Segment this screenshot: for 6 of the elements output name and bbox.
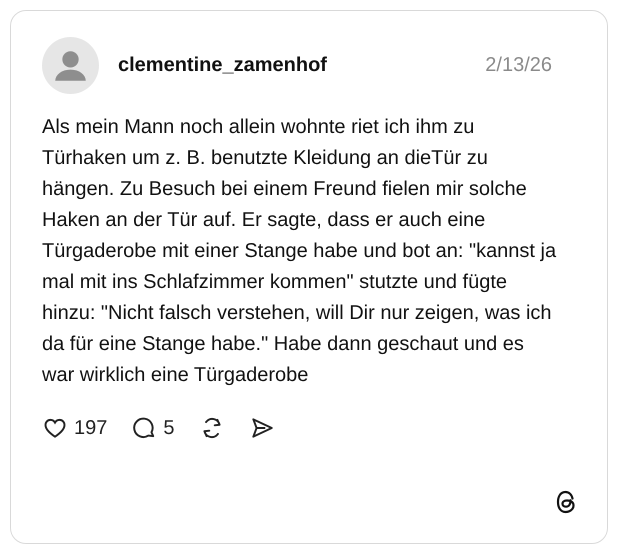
username[interactable]: clementine_zamenhof: [118, 54, 466, 77]
post-date: 2/13/26: [485, 54, 552, 77]
like-count: 197: [74, 416, 108, 440]
post-text: Als mein Mann noch allein wohnte riet ich ihm zu Türhaken um z. B. benutzte Kleidung an dieTür zu hängen. Zu Besuch bei einem Freund fielen mir solche Haken an der Tür auf. Er sagte, dass er auch eine Türgaderobe mit einer Stange habe und bot an: "kannst ja mal mit ins Schlafzimmer kommen" stutzte und fügte hinzu: "Nicht falsch verstehen, will Dir nur zeigen, was ich da für eine Stange habe." Habe dann geschaut und es war wirklich eine Türgaderobe: [42, 115, 557, 388]
reply-count: 5: [163, 416, 174, 440]
avatar-icon: [42, 37, 99, 94]
